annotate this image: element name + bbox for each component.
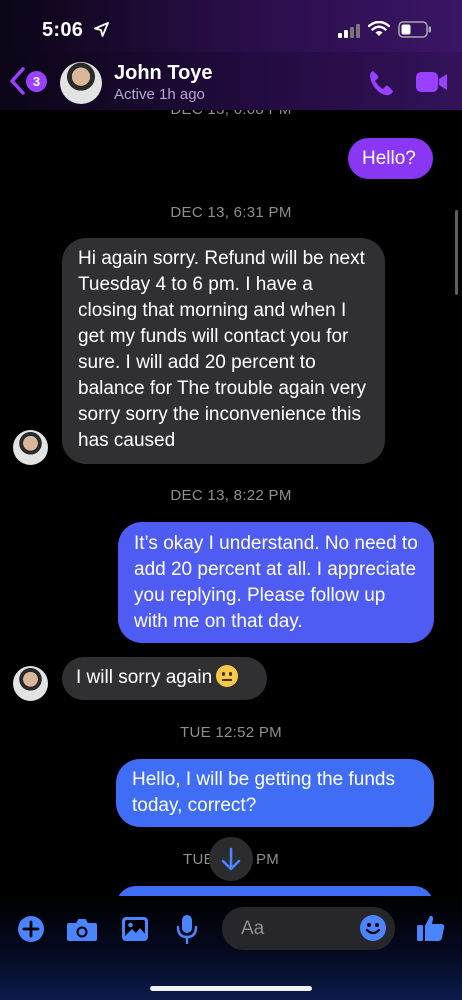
neutral-face-emoji-icon [216, 665, 239, 687]
contact-active-status: Active 1h ago [114, 86, 205, 103]
wifi-icon [368, 21, 390, 36]
timestamp: PM [256, 851, 280, 868]
received-message[interactable]: I will sorry again [62, 657, 267, 700]
emoji-picker-icon[interactable] [359, 914, 387, 942]
unread-count-badge: 3 [26, 71, 47, 92]
sent-message[interactable]: Hello? [348, 138, 433, 179]
camera-icon[interactable] [66, 917, 98, 943]
timestamp: DEC 13, 8:22 PM [170, 487, 292, 504]
contact-avatar[interactable] [60, 62, 102, 104]
conversation-header: 3 John Toye Active 1h ago [0, 52, 462, 110]
contact-avatar-small [13, 430, 48, 465]
arrow-down-icon [221, 847, 241, 871]
video-call-icon[interactable] [415, 70, 449, 94]
sent-message[interactable]: Hello, I will be getting the funds today… [116, 759, 434, 827]
sent-message[interactable]: It’s okay I understand. No need to add 2… [118, 522, 434, 643]
timestamp: DEC 13, 6:31 PM [170, 204, 292, 221]
status-bar: 5:06 [0, 0, 462, 52]
contact-avatar-small [13, 666, 48, 701]
message-composer: Aa [0, 896, 462, 1000]
microphone-icon[interactable] [176, 914, 198, 944]
timestamp: DEC 13, 6:08 PM [0, 110, 462, 118]
message-input-placeholder: Aa [241, 918, 265, 939]
status-time: 5:06 [42, 19, 84, 41]
plus-circle-icon[interactable] [17, 915, 45, 943]
received-message[interactable]: Hi again sorry. Refund will be next Tues… [62, 238, 385, 464]
message-list[interactable]: DEC 13, 6:08 PM Hello? DEC 13, 6:31 PM H… [0, 110, 462, 896]
contact-name[interactable]: John Toye [114, 62, 213, 85]
battery-icon [398, 21, 431, 38]
scroll-to-bottom-button[interactable] [209, 837, 253, 881]
cellular-signal-icon [338, 24, 360, 38]
message-input[interactable]: Aa [222, 907, 395, 950]
sent-message-partial[interactable] [116, 886, 434, 896]
scrollbar[interactable] [455, 210, 458, 295]
home-indicator[interactable] [150, 986, 312, 991]
location-arrow-icon [94, 22, 109, 37]
photo-gallery-icon[interactable] [120, 915, 150, 943]
back-chevron-icon[interactable] [8, 66, 26, 96]
received-message-text: I will sorry again [76, 667, 213, 688]
thumbs-up-icon[interactable] [416, 913, 446, 943]
timestamp: TUE 12:52 PM [180, 724, 282, 741]
phone-call-icon[interactable] [366, 68, 396, 98]
